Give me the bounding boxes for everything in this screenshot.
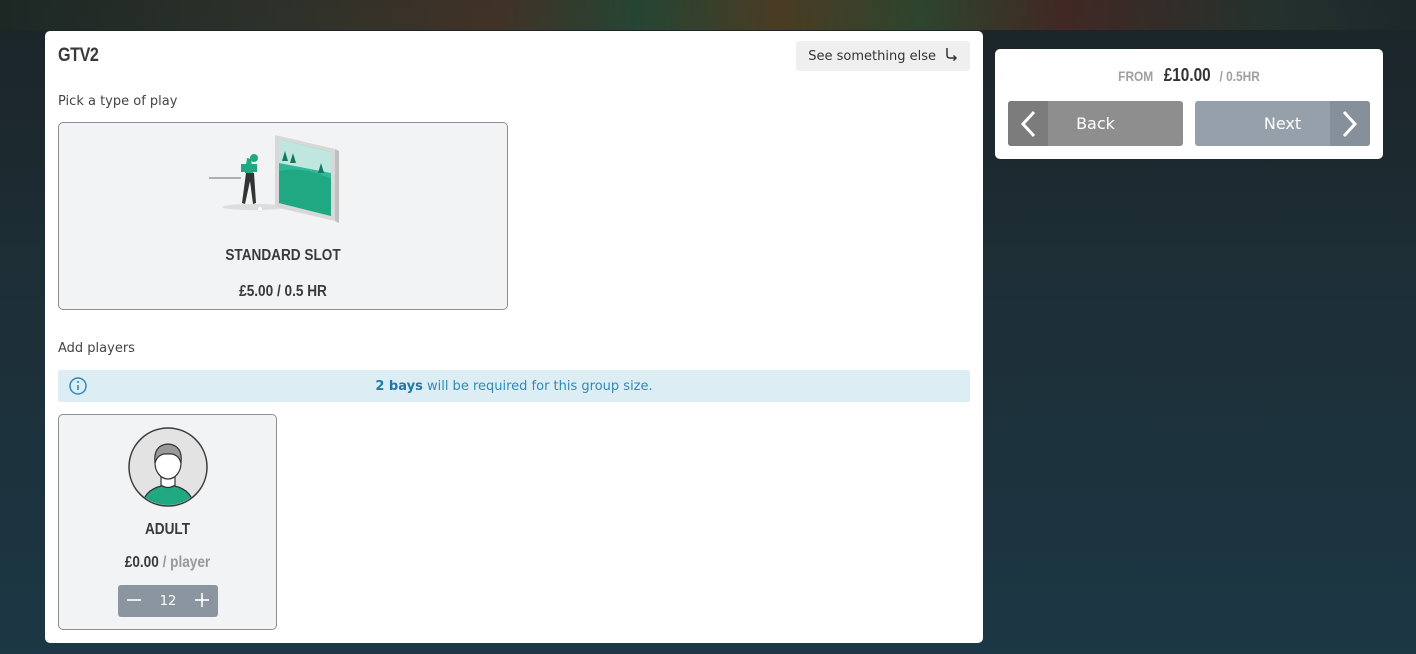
background-banner [0, 0, 1416, 30]
golf-simulator-illustration [209, 131, 339, 230]
add-players-label: Add players [58, 341, 135, 356]
minus-icon [127, 592, 141, 611]
from-label: FROM [1118, 68, 1154, 84]
play-option-standard-slot[interactable]: STANDARD SLOT £5.00 / 0.5 HR [58, 122, 508, 310]
page-title: GTV2 [58, 45, 99, 66]
group-size-info-banner: 2 bays will be required for this group s… [58, 370, 970, 402]
play-option-price: £5.00 / 0.5 HR [239, 283, 327, 300]
player-quantity-stepper: 12 [118, 585, 218, 617]
summary-price-line: FROM £10.00 / 0.5HR [1024, 65, 1354, 86]
plus-icon [195, 592, 209, 611]
player-price-unit: / player [162, 554, 211, 571]
chevron-right-icon [1330, 101, 1370, 146]
increase-players-button[interactable] [186, 585, 218, 617]
return-arrow-icon [944, 47, 958, 65]
next-button-label: Next [1263, 114, 1302, 133]
next-button[interactable]: Next [1195, 101, 1370, 146]
decrease-players-button[interactable] [118, 585, 150, 617]
player-type-adult: ADULT £0.00 / player 12 [58, 414, 277, 630]
booking-summary-panel: FROM £10.00 / 0.5HR Back Next [995, 49, 1383, 159]
see-something-else-button[interactable]: See something else [796, 41, 970, 71]
info-text: will be required for this group size. [422, 378, 653, 394]
info-message: 2 bays will be required for this group s… [375, 379, 652, 394]
chevron-left-icon [1008, 101, 1048, 146]
avatar [128, 427, 208, 511]
see-something-else-label: See something else [808, 48, 936, 64]
back-button[interactable]: Back [1008, 101, 1183, 146]
player-price-amount: £0.00 [124, 554, 159, 571]
info-bays-count: 2 bays [375, 378, 423, 394]
player-quantity-value[interactable]: 12 [150, 594, 186, 609]
player-type-name: ADULT [144, 521, 191, 538]
summary-price: £10.00 [1163, 65, 1211, 85]
info-icon [68, 376, 88, 400]
player-price: £0.00 / player [75, 554, 259, 572]
back-button-label: Back [1076, 114, 1115, 133]
play-option-name: STANDARD SLOT [225, 247, 341, 264]
summary-duration: / 0.5HR [1219, 68, 1260, 84]
booking-panel: GTV2 See something else Pick a type of p… [45, 31, 983, 643]
pick-type-label: Pick a type of play [58, 94, 178, 109]
